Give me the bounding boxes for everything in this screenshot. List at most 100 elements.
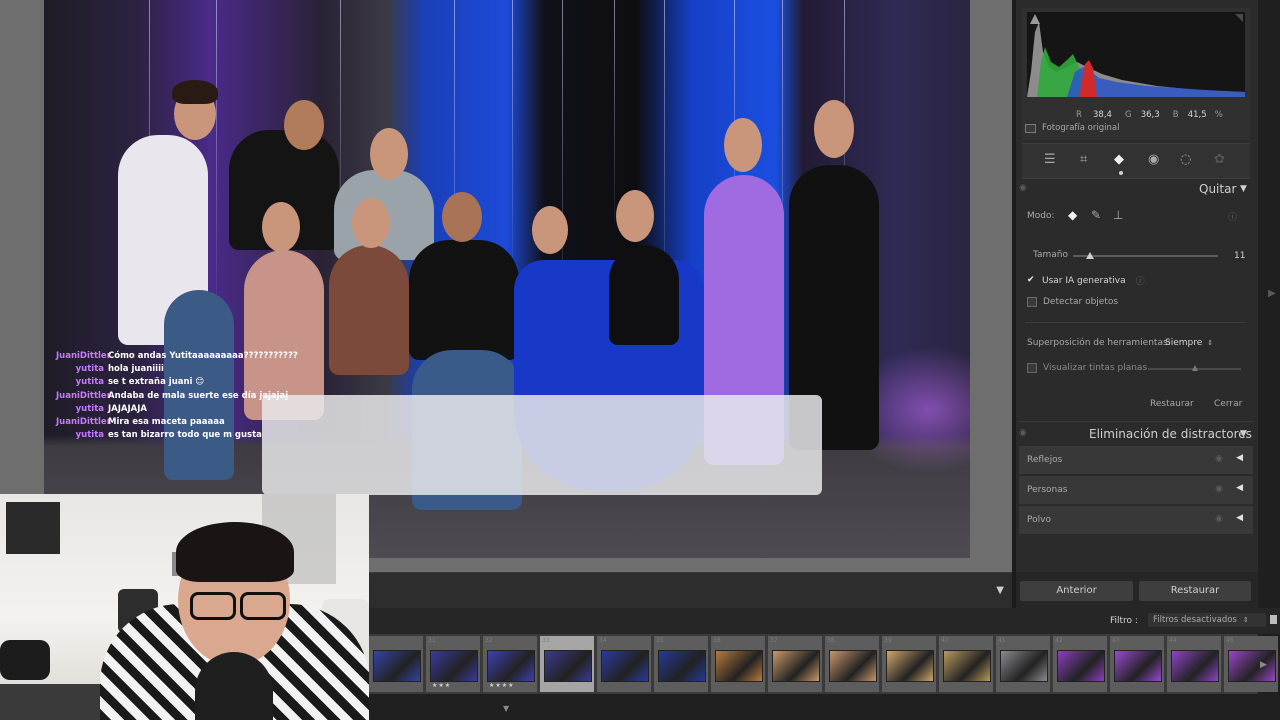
chat-message: JuaniDittlerMira esa maceta paaaaa bbox=[56, 416, 316, 429]
thumbnail-number: 34 bbox=[599, 637, 607, 644]
filmstrip-thumbnail[interactable]: 44 bbox=[1167, 636, 1221, 692]
stream-chat: JuaniDittlerCómo andas Yutitaaaaaaaaa???… bbox=[56, 350, 316, 442]
filmstrip-thumbnail[interactable]: 37 bbox=[768, 636, 822, 692]
mode-info-icon[interactable]: ⓘ bbox=[1228, 210, 1237, 223]
filmstrip-thumbnail[interactable]: 40 bbox=[939, 636, 993, 692]
reset-button[interactable]: Restaurar bbox=[1139, 581, 1251, 601]
filter-dropdown[interactable]: Filtros desactivados ⇕ bbox=[1148, 613, 1266, 627]
expand-icon[interactable]: ◀ bbox=[1236, 483, 1243, 493]
mode-clone-icon[interactable]: ⊥ bbox=[1113, 208, 1123, 222]
mode-remove-icon[interactable]: ◆ bbox=[1068, 208, 1077, 222]
filmstrip-thumbnail[interactable]: 35 bbox=[654, 636, 708, 692]
crop-icon[interactable]: ⌗ bbox=[1080, 152, 1087, 167]
g-label: G bbox=[1125, 110, 1132, 120]
thumbnail-number: 33 bbox=[542, 637, 550, 644]
eraser-icon[interactable]: ◆ bbox=[1114, 152, 1124, 167]
chat-username: JuaniDittler bbox=[56, 417, 111, 428]
quitar-collapse-icon[interactable]: ▼ bbox=[1240, 184, 1247, 194]
distractor-item-label: Personas bbox=[1027, 485, 1068, 495]
collapse-panel-icon[interactable]: ▶ bbox=[1268, 288, 1276, 299]
thumbnail-image bbox=[886, 650, 934, 682]
original-photo-checkbox[interactable] bbox=[1025, 123, 1036, 133]
filmstrip-thumbnail[interactable]: 31 ★★★ bbox=[426, 636, 480, 692]
distractors-visibility-icon[interactable]: ◉ bbox=[1019, 428, 1027, 438]
thumbnail-image bbox=[487, 650, 535, 682]
r-label: R bbox=[1076, 110, 1082, 120]
filmstrip-thumbnail[interactable]: 39 bbox=[882, 636, 936, 692]
percent-unit: % bbox=[1214, 110, 1223, 120]
edited-photo[interactable] bbox=[44, 0, 970, 558]
filmstrip-thumbnail[interactable]: 32 ★★★★ bbox=[483, 636, 537, 692]
thumbnail-image bbox=[1057, 650, 1105, 682]
size-value[interactable]: 11 bbox=[1234, 251, 1245, 261]
filmstrip-thumbnail[interactable]: 38 bbox=[825, 636, 879, 692]
sliders-icon[interactable]: ☰ bbox=[1044, 152, 1056, 167]
filmstrip-thumbnail[interactable]: 45 bbox=[1224, 636, 1278, 692]
filmstrip-thumbnail[interactable]: 34 bbox=[597, 636, 651, 692]
thumbnail-image bbox=[430, 650, 478, 682]
mask-icon[interactable]: ◌ bbox=[1180, 152, 1191, 167]
thumbnail-number: 45 bbox=[1226, 637, 1234, 644]
overlay-dropdown[interactable]: Siempre ⇕ bbox=[1165, 338, 1213, 348]
original-photo-toggle[interactable]: Fotografía original bbox=[1025, 123, 1119, 133]
mode-heal-icon[interactable]: ✎ bbox=[1091, 208, 1101, 222]
flat-tints-slider[interactable] bbox=[1148, 365, 1241, 371]
distractor-item-people[interactable]: Personas ◉ ◀ bbox=[1019, 475, 1253, 504]
filmstrip-toggle-icon[interactable]: ▼ bbox=[503, 704, 509, 713]
filmstrip-thumbnail[interactable] bbox=[369, 636, 423, 692]
detect-objects-label: Detectar objetos bbox=[1043, 297, 1119, 307]
chat-message: yutita es tan bizarro todo que m gusta bbox=[56, 429, 316, 442]
thumbnail-number: 44 bbox=[1169, 637, 1177, 644]
thumbnail-rating: ★★★★ bbox=[489, 682, 515, 689]
thumbnail-number: 36 bbox=[713, 637, 721, 644]
filmstrip-thumbnail[interactable]: 36 bbox=[711, 636, 765, 692]
filmstrip-scroll-right-icon[interactable]: ▶ bbox=[1260, 660, 1267, 670]
shadow-clipping-icon bbox=[1030, 14, 1040, 24]
filmstrip-thumbnail[interactable]: 41 bbox=[996, 636, 1050, 692]
distractor-item-dust[interactable]: Polvo ◉ ◀ bbox=[1019, 505, 1253, 534]
filmstrip-thumbnail[interactable]: 42 bbox=[1053, 636, 1107, 692]
filmstrip-thumbnail[interactable]: 33 bbox=[540, 636, 594, 692]
flat-tints-toggle[interactable]: Visualizar tintas planas bbox=[1027, 363, 1147, 373]
red-eye-icon[interactable]: ◉ bbox=[1148, 152, 1159, 167]
chat-username: yutita bbox=[75, 377, 104, 388]
eye-icon[interactable]: ◉ bbox=[1215, 514, 1223, 524]
thumbnail-image bbox=[1228, 650, 1276, 682]
chat-message: JuaniDittlerCómo andas Yutitaaaaaaaaa???… bbox=[56, 350, 316, 363]
quitar-reset-button[interactable]: Restaurar bbox=[1150, 399, 1194, 409]
expand-icon[interactable]: ◀ bbox=[1236, 453, 1243, 463]
flat-tints-thumb[interactable] bbox=[1192, 365, 1198, 371]
histogram[interactable] bbox=[1027, 12, 1245, 97]
flat-tints-label: Visualizar tintas planas bbox=[1043, 363, 1148, 373]
distractors-collapse-icon[interactable]: ▼ bbox=[1240, 429, 1247, 439]
active-tool-dot bbox=[1119, 171, 1123, 175]
use-ai-toggle[interactable]: ✔ Usar IA generativa ⓘ bbox=[1027, 274, 1145, 288]
eye-icon[interactable]: ◉ bbox=[1215, 454, 1223, 464]
filter-lock-icon[interactable] bbox=[1270, 615, 1277, 624]
quitar-close-button[interactable]: Cerrar bbox=[1214, 399, 1242, 409]
use-ai-info-icon[interactable]: ⓘ bbox=[1136, 274, 1145, 287]
size-slider[interactable] bbox=[1073, 252, 1218, 259]
eye-icon[interactable]: ◉ bbox=[1215, 484, 1223, 494]
detect-objects-checkbox[interactable] bbox=[1027, 297, 1037, 307]
filmstrip-thumbnail[interactable]: 43 bbox=[1110, 636, 1164, 692]
flat-tints-checkbox[interactable] bbox=[1027, 363, 1037, 373]
thumbnail-image bbox=[601, 650, 649, 682]
b-label: B bbox=[1172, 110, 1179, 120]
chat-message: yutita hola juaniiii bbox=[56, 363, 316, 376]
quitar-visibility-icon[interactable]: ◉ bbox=[1019, 183, 1027, 193]
previous-button[interactable]: Anterior bbox=[1020, 581, 1133, 601]
use-ai-checkbox[interactable]: ✔ bbox=[1027, 276, 1036, 285]
size-slider-thumb[interactable] bbox=[1086, 252, 1095, 259]
presets-icon[interactable]: ✿ bbox=[1214, 152, 1225, 167]
canvas-toolbar: ▼ bbox=[369, 572, 1012, 609]
detect-objects-toggle[interactable]: Detectar objetos bbox=[1027, 297, 1118, 307]
distractor-item-reflections[interactable]: Reflejos ◉ ◀ bbox=[1019, 445, 1253, 474]
thumbnail-image bbox=[373, 650, 421, 682]
thumbnail-number: 31 bbox=[428, 637, 436, 644]
filmstrip[interactable]: 31 ★★★ 32 ★★★★ 33 34 35 36 37 38 39 40 41 42 43 44 45 bbox=[369, 634, 1278, 694]
chat-username: JuaniDittler bbox=[56, 390, 111, 401]
thumbnail-image bbox=[1171, 650, 1219, 682]
toolbar-toggle-icon[interactable]: ▼ bbox=[996, 585, 1004, 596]
expand-icon[interactable]: ◀ bbox=[1236, 513, 1243, 523]
